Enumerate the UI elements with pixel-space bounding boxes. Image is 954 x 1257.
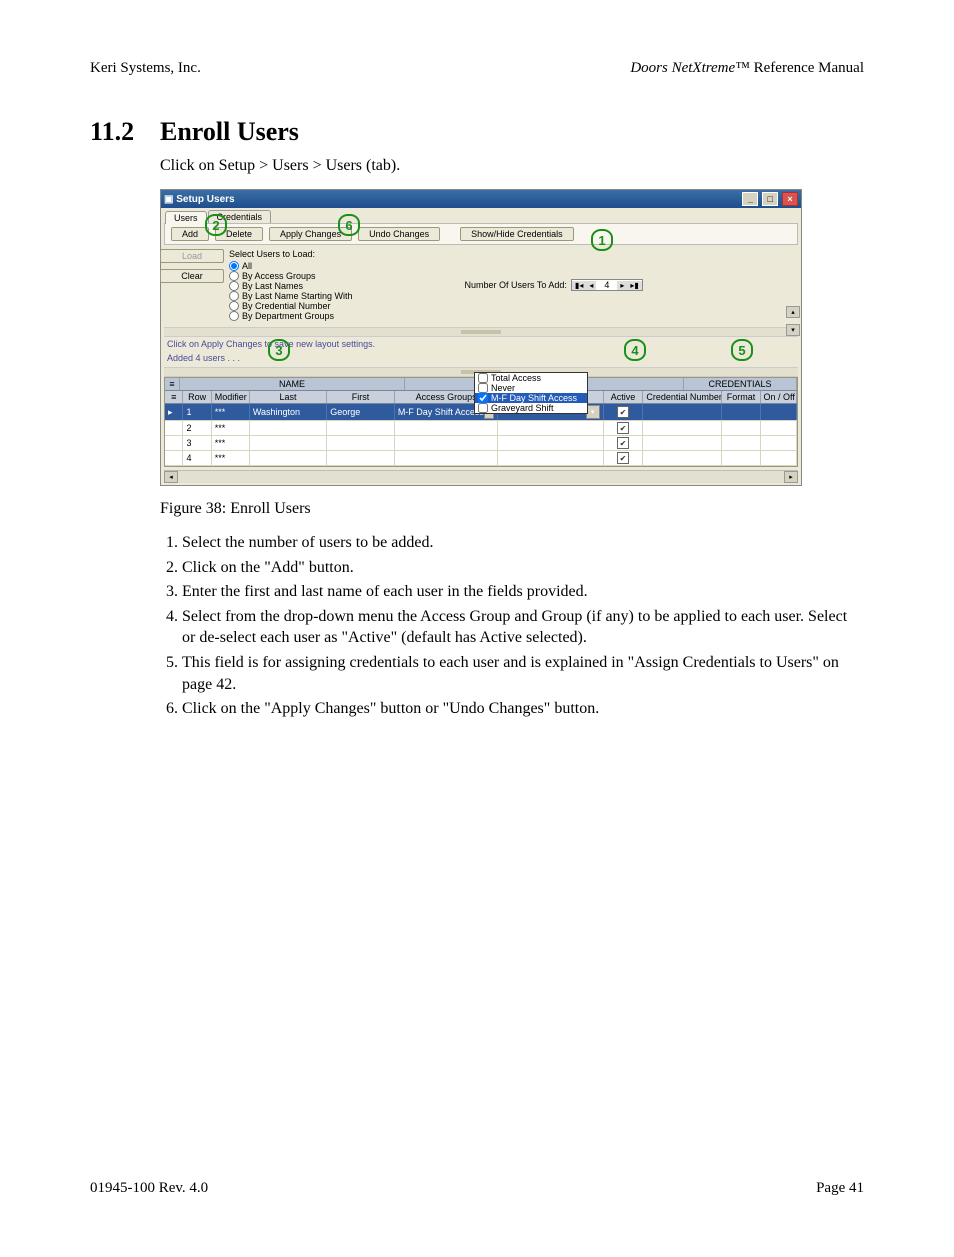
num-users-spinner[interactable]: ▮◂ ◂ 4 ▸ ▸▮	[571, 279, 643, 291]
window-title: Setup Users	[176, 194, 234, 205]
callout-6: 6	[338, 214, 360, 236]
scroll-down-icon[interactable]: ▾	[786, 324, 800, 336]
active-checkbox[interactable]: ✔	[617, 422, 629, 434]
clear-button[interactable]: Clear	[160, 269, 224, 283]
num-users-group: Number Of Users To Add: ▮◂ ◂ 4 ▸ ▸▮	[465, 249, 643, 321]
list-item: Select the number of users to be added.	[182, 532, 864, 554]
status-hint: Click on Apply Changes to save new layou…	[161, 337, 801, 351]
spinner-first-icon[interactable]: ▮◂	[572, 281, 586, 290]
toolbar: Add Delete Apply Changes Undo Changes Sh…	[164, 223, 798, 245]
active-checkbox[interactable]: ✔	[617, 406, 629, 418]
table-row[interactable]: 4 *** ✔	[165, 451, 797, 466]
add-button[interactable]: Add	[171, 227, 209, 241]
load-options: Select Users to Load: All By Access Grou…	[223, 249, 359, 321]
showhide-credentials-button[interactable]: Show/Hide Credentials	[460, 227, 574, 241]
scroll-up-icon[interactable]: ▴	[786, 306, 800, 318]
list-item: Click on the "Add" button.	[182, 557, 864, 579]
list-item: This field is for assigning credentials …	[182, 652, 864, 695]
close-button[interactable]: ×	[782, 192, 798, 206]
tab-users[interactable]: Users	[165, 211, 207, 224]
tab-strip: Users Credentials	[161, 208, 801, 223]
load-button[interactable]: Load	[160, 249, 224, 263]
page-header: Keri Systems, Inc. Doors NetXtreme™ Refe…	[90, 60, 864, 77]
vertical-scroll[interactable]: ▴ ▾	[786, 306, 798, 336]
breadcrumb-instruction: Click on Setup > Users > Users (tab).	[160, 157, 864, 175]
list-item: Enter the first and last name of each us…	[182, 581, 864, 603]
manual-title: Doors NetXtreme™ Reference Manual	[630, 60, 864, 77]
minimize-button[interactable]: _	[742, 192, 758, 206]
table-row[interactable]: 3 *** ✔	[165, 436, 797, 451]
radio-last-names[interactable]	[229, 281, 239, 291]
callout-5: 5	[731, 339, 753, 361]
maximize-button[interactable]: □	[762, 192, 778, 206]
radio-access-groups[interactable]	[229, 271, 239, 281]
list-item: Click on the "Apply Changes" button or "…	[182, 698, 864, 720]
callout-4: 4	[624, 339, 646, 361]
page-footer: 01945-100 Rev. 4.0 Page 41	[90, 1180, 864, 1197]
page-number: Page 41	[816, 1180, 864, 1197]
horizontal-scroll[interactable]: ◂ ▸	[164, 470, 798, 483]
list-item: Select from the drop-down menu the Acces…	[182, 606, 864, 649]
radio-department-groups[interactable]	[229, 311, 239, 321]
screenshot-window: ▣ Setup Users _ □ × Users Credentials Ad…	[160, 189, 802, 486]
figure-caption: Figure 38: Enroll Users	[160, 500, 864, 518]
radio-last-name-starting[interactable]	[229, 291, 239, 301]
active-checkbox[interactable]: ✔	[617, 452, 629, 464]
table-row[interactable]: 2 *** ✔	[165, 421, 797, 436]
scroll-left-icon[interactable]: ◂	[164, 471, 178, 483]
steps-list: Select the number of users to be added. …	[160, 532, 864, 720]
scroll-right-icon[interactable]: ▸	[784, 471, 798, 483]
access-groups-dropdown[interactable]: Total Access Never M-F Day Shift Access …	[474, 372, 588, 414]
callout-3: 3	[268, 339, 290, 361]
radio-credential-number[interactable]	[229, 301, 239, 311]
callout-1: 1	[591, 229, 613, 251]
doc-revision: 01945-100 Rev. 4.0	[90, 1180, 208, 1197]
radio-all[interactable]	[229, 261, 239, 271]
active-checkbox[interactable]: ✔	[617, 437, 629, 449]
app-icon: ▣	[164, 194, 173, 205]
section-heading: 11.2Enroll Users	[90, 117, 864, 147]
splitter-top[interactable]	[164, 327, 798, 337]
undo-changes-button[interactable]: Undo Changes	[358, 227, 440, 241]
company-name: Keri Systems, Inc.	[90, 60, 201, 77]
spinner-last-icon[interactable]: ▸▮	[627, 281, 641, 290]
spinner-prev-icon[interactable]: ◂	[586, 281, 596, 290]
window-titlebar: ▣ Setup Users _ □ ×	[161, 190, 801, 208]
spinner-next-icon[interactable]: ▸	[617, 281, 627, 290]
status-added: Added 4 users . . .	[161, 351, 801, 365]
callout-2: 2	[205, 214, 227, 236]
